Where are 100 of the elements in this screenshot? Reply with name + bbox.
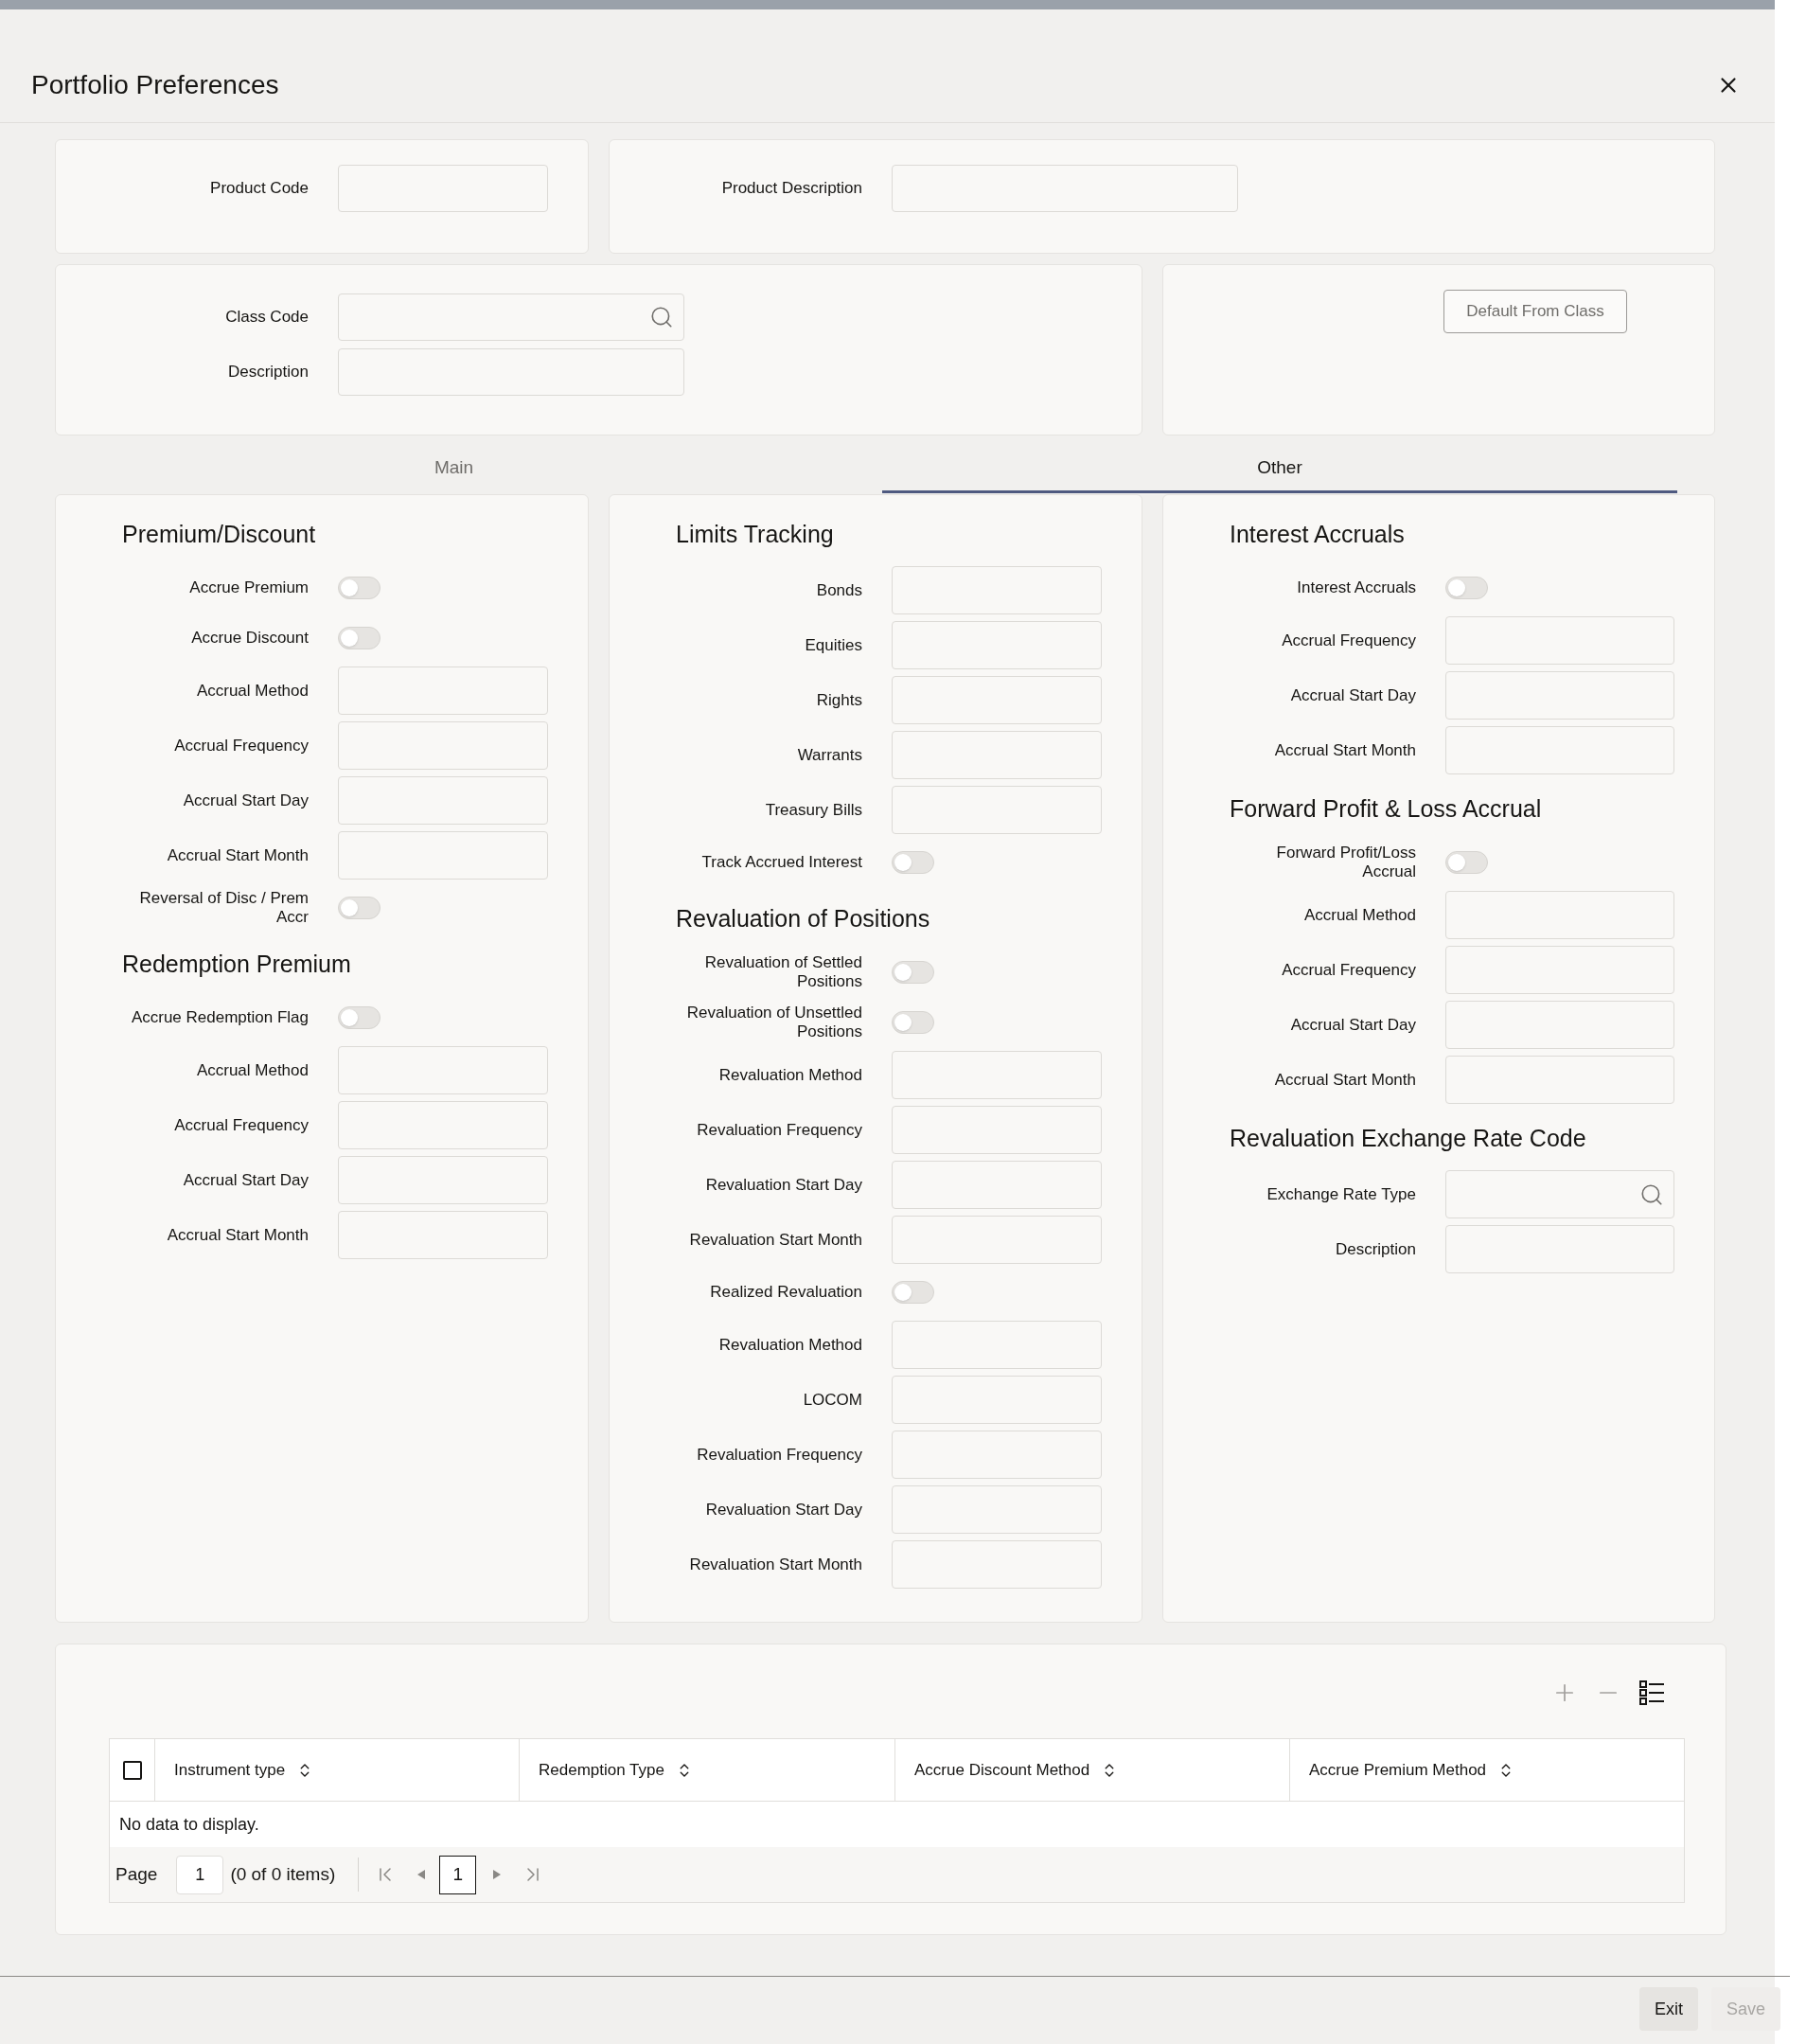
toggle-switch[interactable] — [892, 1011, 934, 1034]
field-label: Exchange Rate Type — [1266, 1184, 1416, 1204]
input-field[interactable] — [338, 776, 548, 825]
field-label: Accrual Frequency — [174, 736, 309, 755]
field-label: Revaluation Start Month — [689, 1230, 862, 1250]
input-field[interactable] — [1445, 1001, 1674, 1049]
input-field[interactable] — [1445, 1056, 1674, 1104]
section-heading: Premium/Discount — [122, 520, 316, 548]
search-field[interactable] — [1445, 1170, 1674, 1218]
toggle-switch[interactable] — [338, 897, 381, 919]
field-label: Revaluation Start Month — [689, 1555, 862, 1574]
field-label: Revaluation Frequency — [697, 1120, 862, 1140]
item-count: (0 of 0 items) — [230, 1862, 336, 1886]
input-field[interactable] — [1445, 671, 1674, 720]
field-label: Revaluation of Unsettled Positions — [685, 1004, 862, 1041]
input-field[interactable] — [892, 621, 1102, 669]
field-label: Realized Revaluation — [710, 1283, 862, 1302]
field-label: LOCOM — [803, 1390, 862, 1410]
section-heading: Revaluation of Positions — [676, 904, 930, 933]
field-label: Revaluation of Settled Positions — [703, 953, 862, 991]
page-label: Page — [115, 1862, 158, 1886]
input-field[interactable] — [892, 1540, 1102, 1589]
field-label: Accrual Start Day — [183, 791, 309, 810]
input-field[interactable] — [892, 1431, 1102, 1479]
input-field[interactable] — [1445, 1225, 1674, 1273]
search-icon[interactable] — [649, 305, 674, 329]
input-field[interactable] — [338, 1211, 548, 1259]
field-label: Accrual Start Month — [167, 1225, 309, 1245]
window-title: Portfolio Preferences — [31, 68, 279, 101]
input-field[interactable] — [892, 1376, 1102, 1424]
toggle-switch[interactable] — [892, 851, 934, 874]
column-header[interactable]: Redemption Type — [539, 1757, 693, 1783]
field-label: Accrue Redemption Flag — [131, 1008, 309, 1027]
input-field[interactable] — [892, 676, 1102, 724]
field-label: Accrual Method — [1303, 905, 1416, 925]
field-label: Revaluation Start Day — [705, 1500, 862, 1520]
input-field[interactable] — [1445, 946, 1674, 994]
input-field[interactable] — [1445, 726, 1674, 774]
default-from-class-button[interactable]: Default From Class — [1443, 290, 1627, 333]
field-label: Accrual Start Day — [183, 1170, 309, 1190]
field-label: Revaluation Method — [718, 1335, 862, 1355]
input-field[interactable] — [338, 721, 548, 770]
input-field[interactable] — [892, 1321, 1102, 1369]
input-field[interactable] — [892, 165, 1238, 212]
input-field[interactable] — [892, 566, 1102, 614]
input-field[interactable] — [892, 1485, 1102, 1534]
input-field[interactable] — [892, 786, 1102, 834]
toggle-switch[interactable] — [892, 1281, 934, 1304]
input-field[interactable] — [338, 1156, 548, 1204]
input-field[interactable] — [338, 667, 548, 715]
field-label: Description — [1335, 1239, 1416, 1259]
input-field[interactable] — [892, 1161, 1102, 1209]
section-heading: Redemption Premium — [122, 950, 351, 978]
field-label: Description — [227, 363, 309, 382]
page-input[interactable]: 1 — [176, 1855, 224, 1894]
toggle-switch[interactable] — [338, 577, 381, 599]
tab[interactable]: Main — [26, 445, 882, 493]
field-label: Equities — [805, 635, 862, 655]
input-field[interactable] — [338, 348, 684, 396]
column-header[interactable]: Accrue Premium Method — [1309, 1757, 1515, 1783]
input-field[interactable] — [892, 1051, 1102, 1099]
empty-message: No data to display. — [119, 1813, 259, 1836]
field-label: Forward Profit/Loss Accrual — [1275, 844, 1416, 881]
field-label: Reversal of Disc / Prem Accr — [138, 889, 309, 927]
field-label: Accrue Discount — [191, 629, 309, 648]
field-label: Accrual Start Day — [1290, 685, 1416, 705]
list-icon[interactable] — [1638, 1680, 1665, 1706]
input-field[interactable] — [338, 165, 548, 212]
column-header[interactable]: Instrument type — [174, 1757, 314, 1783]
toggle-switch[interactable] — [338, 1006, 381, 1029]
field-label: Rights — [816, 690, 862, 710]
input-field[interactable] — [338, 1101, 548, 1149]
section-heading: Revaluation Exchange Rate Code — [1230, 1124, 1586, 1152]
toggle-switch[interactable] — [338, 627, 381, 649]
field-label: Warrants — [797, 745, 862, 765]
page-number[interactable]: 1 — [439, 1855, 477, 1894]
toggle-switch[interactable] — [1445, 577, 1488, 599]
field-label: Interest Accruals — [1297, 578, 1416, 597]
input-field[interactable] — [338, 831, 548, 880]
previous-page-icon[interactable] — [417, 1870, 426, 1879]
action-button[interactable]: Exit — [1638, 1987, 1698, 2031]
field-label: Accrue Premium — [189, 578, 309, 597]
next-page-icon[interactable] — [493, 1870, 502, 1879]
toggle-switch[interactable] — [1445, 851, 1488, 874]
select-all-checkbox[interactable] — [122, 1760, 142, 1780]
field-label: Accrual Start Month — [167, 845, 309, 865]
input-field[interactable] — [338, 1046, 548, 1094]
field-label: Track Accrued Interest — [701, 853, 862, 872]
field-label: Class Code — [225, 308, 309, 327]
field-label: Accrual Method — [196, 1060, 309, 1080]
input-field[interactable] — [892, 1106, 1102, 1154]
field-label: Accrual Start Month — [1274, 740, 1416, 760]
input-field[interactable] — [892, 731, 1102, 779]
input-field[interactable] — [1445, 616, 1674, 665]
search-field[interactable] — [338, 293, 684, 341]
input-field[interactable] — [1445, 891, 1674, 939]
input-field[interactable] — [892, 1216, 1102, 1264]
column-header[interactable]: Accrue Discount Method — [914, 1757, 1119, 1783]
toggle-switch[interactable] — [892, 961, 934, 984]
section-heading: Interest Accruals — [1230, 520, 1405, 548]
